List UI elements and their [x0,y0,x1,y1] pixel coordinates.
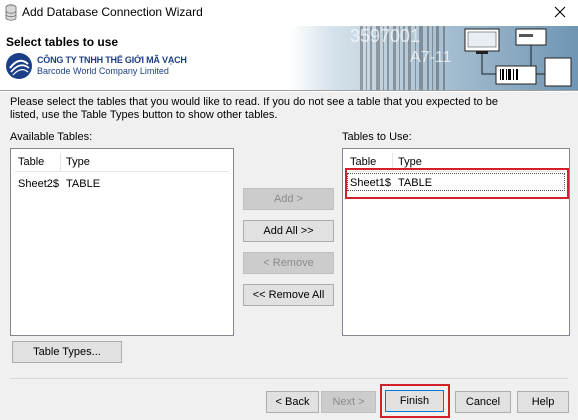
tables-to-use-label: Tables to Use: [342,131,412,143]
database-icon [5,4,17,21]
header-separator [15,171,229,172]
title-bar: Add Database Connection Wizard [0,0,578,26]
instructions-text: Please select the tables that you would … [10,96,498,121]
help-button[interactable]: Help [517,391,569,413]
page-title: Select tables to use [6,35,119,49]
available-tables-label: Available Tables: [10,131,93,143]
close-icon[interactable] [552,4,568,20]
cell-table: Sheet2$ [18,178,59,190]
cancel-button[interactable]: Cancel [455,391,511,413]
header-banner-image: 3597001 A7-11 [290,26,578,90]
art-number-2: A7-11 [410,49,452,66]
brand-subtitle: Barcode World Company Limited [37,66,169,76]
column-header-type[interactable]: Type [66,156,90,168]
table-types-button[interactable]: Table Types... [12,341,122,363]
finish-highlight [380,384,450,418]
column-header-table[interactable]: Table [18,156,44,168]
add-all-button[interactable]: Add All >> [243,220,334,242]
art-number-1: 3597001 [350,26,420,46]
wizard-header: Select tables to use CÔNG TY TNHH THẾ GI… [0,26,578,90]
cell-type: TABLE [66,178,101,190]
next-button[interactable]: Next > [321,391,376,413]
brand-name: CÔNG TY TNHH THẾ GIỚI MÃ VẠCH [37,55,187,65]
company-logo-icon [6,53,32,79]
column-divider[interactable] [60,153,61,171]
add-button[interactable]: Add > [243,188,334,210]
header-divider-highlight [0,91,578,92]
remove-all-button[interactable]: << Remove All [243,284,334,306]
footer-divider [10,378,568,379]
column-header-table[interactable]: Table [350,156,376,168]
available-tables-list[interactable]: Table Type Sheet2$ TABLE [10,148,234,336]
remove-button[interactable]: < Remove [243,252,334,274]
selected-row-highlight [345,168,569,199]
back-button[interactable]: < Back [266,391,319,413]
column-header-type[interactable]: Type [398,156,422,168]
window-title: Add Database Connection Wizard [22,5,203,19]
